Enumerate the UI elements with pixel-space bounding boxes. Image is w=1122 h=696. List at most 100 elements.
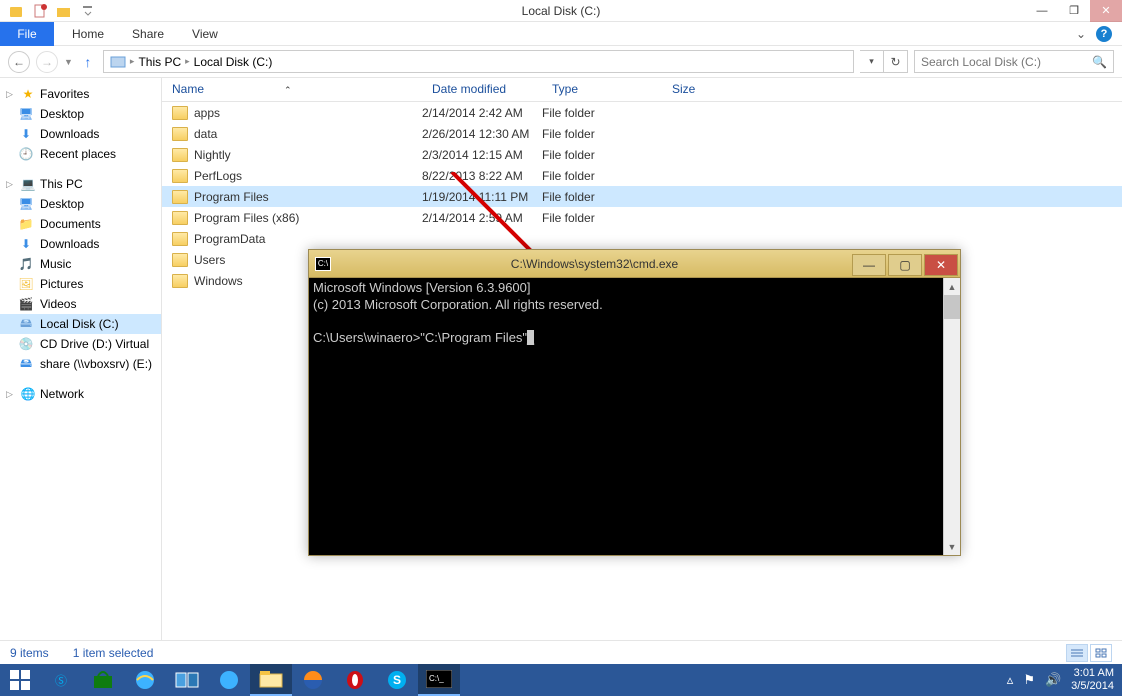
taskbar-taskview-icon[interactable] [166,664,208,696]
sidebar-item-share[interactable]: 🖴share (\\vboxsrv) (E:) [0,354,161,374]
tray-flag-icon[interactable]: ⚑ [1023,672,1035,688]
folder-icon: 📁 [18,216,34,232]
music-icon: 🎵 [18,256,34,272]
file-row[interactable]: data2/26/2014 12:30 AMFile folder [162,123,1122,144]
scroll-up-icon[interactable]: ▲ [944,278,960,295]
file-row[interactable]: ProgramData [162,228,1122,249]
sidebar-item-desktop[interactable]: 🖥Desktop [0,104,161,124]
file-type: File folder [542,169,662,183]
sidebar-item-downloads2[interactable]: ⬇Downloads [0,234,161,254]
thispc-header[interactable]: ▷💻This PC [0,174,161,194]
folder-icon [172,211,188,225]
taskbar-cmd-button[interactable]: C:\_ [418,664,460,696]
column-size[interactable]: Size [662,78,782,101]
qat-newfolder-icon[interactable] [56,3,72,19]
sidebar-item-videos[interactable]: 🎬Videos [0,294,161,314]
refresh-button[interactable]: ↻ [884,50,908,73]
file-name: data [194,127,217,141]
sidebar-item-cddrive[interactable]: 💿CD Drive (D:) Virtual [0,334,161,354]
breadcrumb-sep-icon[interactable]: ▸ [130,56,135,67]
ribbon-view-tab[interactable]: View [178,23,232,45]
minimize-button[interactable]: — [1026,0,1058,22]
sidebar-item-documents[interactable]: 📁Documents [0,214,161,234]
network-header[interactable]: ▷🌐Network [0,384,161,404]
file-type: File folder [542,106,662,120]
column-name[interactable]: Name⌃ [162,78,422,101]
cmd-minimize-button[interactable]: — [852,254,886,276]
breadcrumb-thispc[interactable]: This PC [138,55,181,69]
taskbar-skype-icon[interactable]: Ⓢ [40,664,82,696]
scroll-thumb[interactable] [944,295,960,319]
cmd-window[interactable]: C:\ C:\Windows\system32\cmd.exe — ▢ ✕ Mi… [308,249,961,556]
taskbar-firefox-icon[interactable] [292,664,334,696]
qat-dropdown-icon[interactable] [80,3,96,19]
file-date: 2/3/2014 12:15 AM [422,148,542,162]
file-row[interactable]: PerfLogs8/22/2013 8:22 AMFile folder [162,165,1122,186]
sidebar-item-music[interactable]: 🎵Music [0,254,161,274]
nav-up-button[interactable]: ↑ [79,53,97,71]
tray-volume-icon[interactable]: 🔊 [1045,672,1061,688]
file-type: File folder [542,148,662,162]
taskbar-opera-icon[interactable] [334,664,376,696]
sidebar-item-localdisk[interactable]: 🖴Local Disk (C:) [0,314,161,334]
taskbar-store-icon[interactable] [82,664,124,696]
maximize-button[interactable]: ❐ [1058,0,1090,22]
sidebar-item-recent[interactable]: 🕘Recent places [0,144,161,164]
help-icon[interactable]: ? [1096,26,1112,42]
cmd-body[interactable]: Microsoft Windows [Version 6.3.9600] (c)… [309,278,943,555]
file-row[interactable]: Program Files (x86)2/14/2014 2:59 AMFile… [162,207,1122,228]
ribbon-tabs: File Home Share View ⌄ ? [0,22,1122,46]
taskbar-skype2-icon[interactable]: S [376,664,418,696]
column-headers: Name⌃ Date modified Type Size [162,78,1122,102]
file-row[interactable]: apps2/14/2014 2:42 AMFile folder [162,102,1122,123]
folder-icon [172,148,188,162]
network-icon: 🌐 [20,386,36,402]
ribbon-home-tab[interactable]: Home [58,23,118,45]
thumbnails-view-button[interactable] [1090,644,1112,662]
taskbar-ie2-icon[interactable] [208,664,250,696]
folder-icon [172,106,188,120]
file-name: ProgramData [194,232,265,246]
address-bar[interactable]: ▸ This PC ▸ Local Disk (C:) [103,50,854,73]
file-type: File folder [542,211,662,225]
ribbon-share-tab[interactable]: Share [118,23,178,45]
details-view-button[interactable] [1066,644,1088,662]
sidebar-item-desktop2[interactable]: 🖥Desktop [0,194,161,214]
search-box[interactable]: 🔍 [914,50,1114,73]
file-row[interactable]: Program Files1/19/2014 11:11 PMFile fold… [162,186,1122,207]
close-button[interactable]: ✕ [1090,0,1122,22]
ribbon-expand-icon[interactable]: ⌄ [1076,27,1086,41]
window-title: Local Disk (C:) [96,4,1026,18]
address-dropdown-icon[interactable]: ▾ [860,50,884,73]
cmd-scrollbar[interactable]: ▲ ▼ [943,278,960,555]
file-name: PerfLogs [194,169,242,183]
tray-up-icon[interactable]: ▵ [1007,672,1014,688]
column-type[interactable]: Type [542,78,662,101]
scroll-down-icon[interactable]: ▼ [944,538,960,555]
recent-icon: 🕘 [18,146,34,162]
file-row[interactable]: Nightly2/3/2014 12:15 AMFile folder [162,144,1122,165]
breadcrumb-location[interactable]: Local Disk (C:) [194,55,273,69]
taskbar-ie-icon[interactable] [124,664,166,696]
sidebar-item-downloads[interactable]: ⬇Downloads [0,124,161,144]
column-date[interactable]: Date modified [422,78,542,101]
ribbon-file-tab[interactable]: File [0,22,54,46]
file-name: Windows [194,274,243,288]
cmd-close-button[interactable]: ✕ [924,254,958,276]
search-input[interactable] [921,55,1092,69]
nav-history-icon[interactable]: ▼ [64,57,73,67]
taskbar-explorer-button[interactable] [250,664,292,696]
nav-forward-button[interactable]: → [36,51,58,73]
nav-back-button[interactable]: ← [8,51,30,73]
favorites-header[interactable]: ▷★Favorites [0,84,161,104]
qat-properties-icon[interactable] [32,3,48,19]
tray-clock[interactable]: 3:01 AM 3/5/2014 [1071,667,1114,693]
sidebar-item-pictures[interactable]: 🖼Pictures [0,274,161,294]
cmd-titlebar[interactable]: C:\ C:\Windows\system32\cmd.exe — ▢ ✕ [309,250,960,278]
start-button[interactable] [0,664,40,696]
file-name: Program Files [194,190,269,204]
cmd-maximize-button[interactable]: ▢ [888,254,922,276]
folder-icon [172,274,188,288]
search-icon[interactable]: 🔍 [1092,55,1107,69]
breadcrumb-sep-icon[interactable]: ▸ [185,56,190,67]
